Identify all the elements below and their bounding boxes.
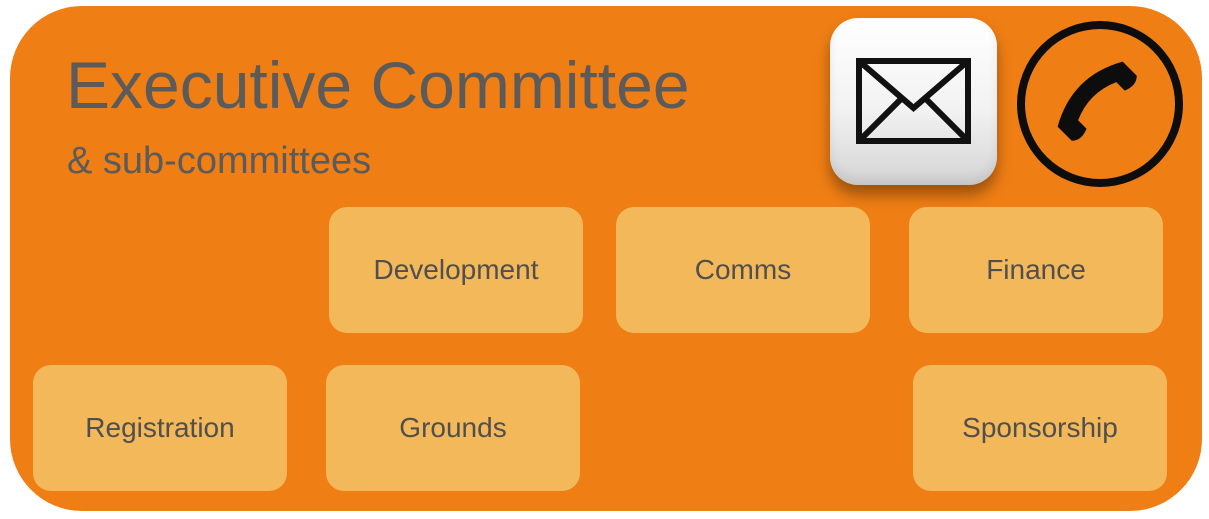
tile-finance[interactable]: Finance	[909, 207, 1163, 333]
tile-sponsorship[interactable]: Sponsorship	[913, 365, 1167, 491]
page-subtitle: & sub-committees	[67, 140, 372, 182]
tile-comms[interactable]: Comms	[616, 207, 870, 333]
tile-label: Finance	[986, 254, 1086, 285]
tile-label: Comms	[694, 254, 792, 285]
tile-label: Grounds	[399, 412, 507, 443]
tile-label: Sponsorship	[962, 412, 1118, 443]
tile-label: Registration	[85, 412, 235, 443]
tile-development[interactable]: Development	[329, 207, 583, 333]
phone-icon	[1017, 21, 1183, 187]
tile-grounds[interactable]: Grounds	[326, 365, 580, 491]
tile-registration[interactable]: Registration	[33, 365, 287, 491]
email-button[interactable]	[830, 18, 997, 185]
phone-button[interactable]	[1016, 20, 1184, 188]
envelope-icon	[856, 58, 971, 144]
tile-label: Development	[373, 254, 539, 285]
page-title: Executive Committee	[66, 48, 690, 122]
